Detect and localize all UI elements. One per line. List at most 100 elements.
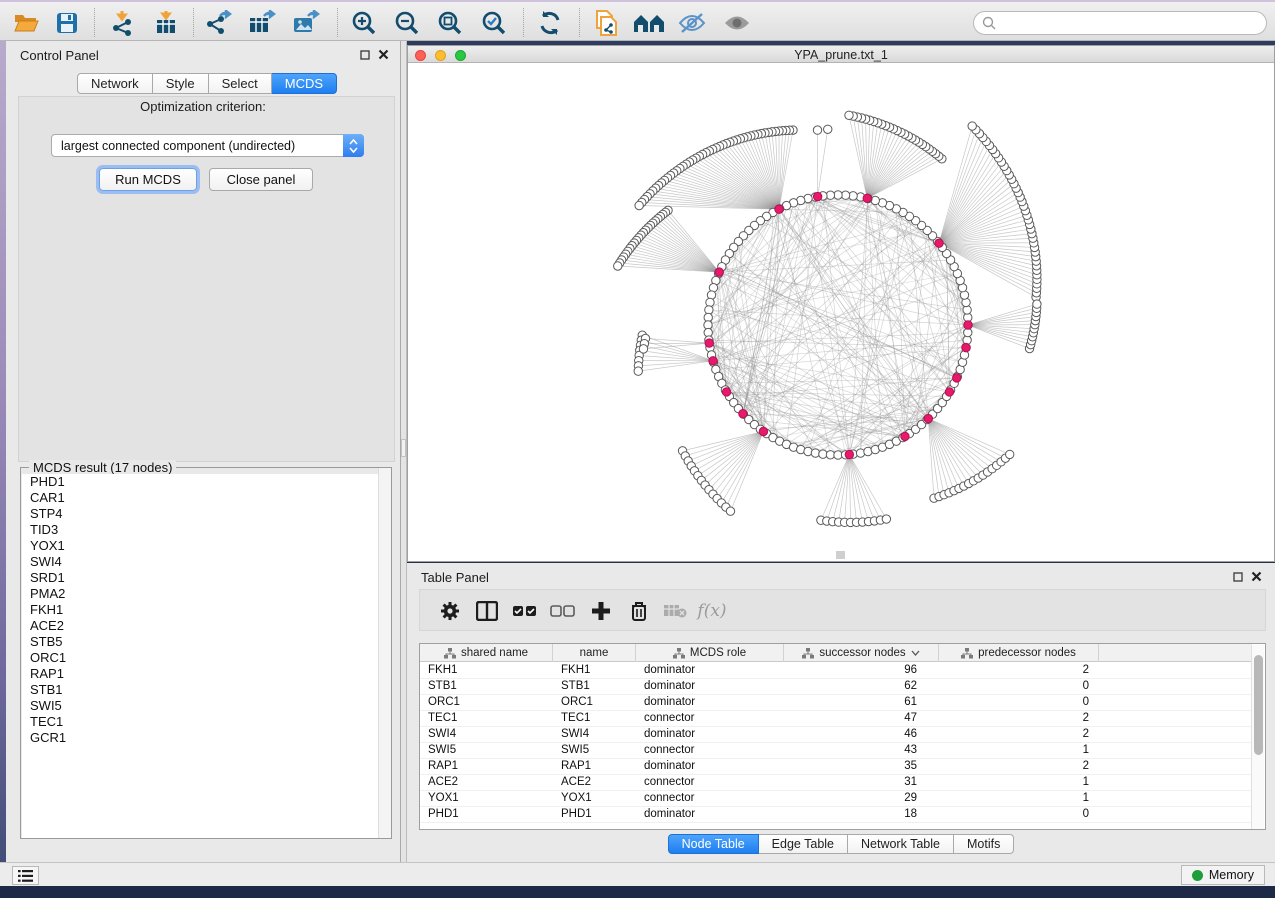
- float-panel-icon[interactable]: [1230, 569, 1245, 584]
- close-panel-icon[interactable]: [376, 47, 391, 62]
- import-network-icon[interactable]: [105, 5, 141, 40]
- graph-leaf-node[interactable]: [1006, 450, 1014, 458]
- graph-hub-node[interactable]: [924, 414, 932, 422]
- table-row[interactable]: STB1STB1dominator620: [420, 679, 1252, 695]
- column-header-name[interactable]: name: [553, 644, 636, 662]
- graph-hub-node[interactable]: [945, 388, 953, 396]
- zoom-fit-icon[interactable]: [432, 5, 468, 40]
- graph-leaf-node[interactable]: [614, 262, 622, 270]
- mcds-result-item[interactable]: SRD1: [22, 570, 391, 586]
- mcds-result-item[interactable]: GCR1: [22, 730, 391, 746]
- export-table-icon[interactable]: [244, 5, 280, 40]
- tab-network[interactable]: Network: [77, 73, 153, 94]
- network-canvas[interactable]: [408, 63, 1274, 560]
- save-session-icon[interactable]: [49, 5, 85, 40]
- table-row[interactable]: FKH1FKH1dominator962: [420, 663, 1252, 679]
- open-session-icon[interactable]: [8, 5, 44, 40]
- add-column-icon[interactable]: [585, 595, 617, 627]
- zoom-selected-icon[interactable]: [476, 5, 512, 40]
- mcds-result-item[interactable]: SWI4: [22, 554, 391, 570]
- column-header-successor-nodes[interactable]: successor nodes: [784, 644, 939, 662]
- chevron-down-icon[interactable]: [911, 650, 920, 656]
- delete-icon[interactable]: [623, 595, 655, 627]
- graph-hub-node[interactable]: [935, 239, 943, 247]
- float-panel-icon[interactable]: [357, 47, 372, 62]
- select-all-icon[interactable]: [509, 595, 541, 627]
- table-scrollbar-thumb[interactable]: [1254, 655, 1263, 755]
- graph-hub-node[interactable]: [953, 374, 961, 382]
- mcds-result-item[interactable]: TEC1: [22, 714, 391, 730]
- splitter-handle[interactable]: [401, 439, 406, 457]
- table-row[interactable]: ORC1ORC1dominator610: [420, 695, 1252, 711]
- deselect-all-icon[interactable]: [547, 595, 579, 627]
- mcds-result-item[interactable]: STP4: [22, 506, 391, 522]
- import-table-icon[interactable]: [148, 5, 184, 40]
- tab-motifs[interactable]: Motifs: [954, 834, 1014, 854]
- graph-leaf-node[interactable]: [845, 111, 853, 119]
- mcds-result-list[interactable]: PHD1CAR1STP4TID3YOX1SWI4SRD1PMA2FKH1ACE2…: [22, 474, 391, 838]
- graph-leaf-node[interactable]: [635, 201, 643, 209]
- mcds-result-item[interactable]: ACE2: [22, 618, 391, 634]
- table-row[interactable]: ACE2ACE2connector311: [420, 775, 1252, 791]
- graph-leaf-node[interactable]: [968, 122, 976, 130]
- run-mcds-button[interactable]: Run MCDS: [99, 168, 197, 191]
- column-header-mcds-role[interactable]: MCDS role: [636, 644, 784, 662]
- graph-hub-node[interactable]: [739, 409, 747, 417]
- column-header-predecessor-nodes[interactable]: predecessor nodes: [939, 644, 1099, 662]
- graph-hub-node[interactable]: [715, 268, 723, 276]
- table-scrollbar[interactable]: [1251, 645, 1264, 829]
- graph-leaf-node[interactable]: [726, 507, 734, 515]
- table-row[interactable]: YOX1YOX1connector291: [420, 791, 1252, 807]
- graph-leaf-node[interactable]: [813, 126, 821, 134]
- graph-hub-node[interactable]: [962, 343, 970, 351]
- mcds-result-item[interactable]: TID3: [22, 522, 391, 538]
- table-row[interactable]: TEC1TEC1connector472: [420, 711, 1252, 727]
- mcds-list-scrollbar[interactable]: [378, 468, 391, 838]
- first-neighbors-icon[interactable]: [631, 5, 667, 40]
- graph-leaf-node[interactable]: [1033, 300, 1041, 308]
- tab-mcds[interactable]: MCDS: [272, 73, 337, 94]
- zoom-out-icon[interactable]: [389, 5, 425, 40]
- tab-network-table[interactable]: Network Table: [848, 834, 954, 854]
- graph-hub-node[interactable]: [722, 388, 730, 396]
- mcds-result-item[interactable]: PMA2: [22, 586, 391, 602]
- export-image-icon[interactable]: [288, 5, 324, 40]
- tab-style[interactable]: Style: [153, 73, 209, 94]
- mcds-result-item[interactable]: STB1: [22, 682, 391, 698]
- mcds-result-item[interactable]: PHD1: [22, 474, 391, 490]
- table-row[interactable]: SWI5SWI5connector431: [420, 743, 1252, 759]
- column-header-shared-name[interactable]: shared name: [420, 644, 553, 662]
- export-network-icon[interactable]: [200, 5, 236, 40]
- graph-hub-node[interactable]: [759, 427, 767, 435]
- task-history-button[interactable]: [12, 866, 39, 885]
- mcds-result-item[interactable]: CAR1: [22, 490, 391, 506]
- tab-select[interactable]: Select: [209, 73, 272, 94]
- graph-hub-node[interactable]: [901, 432, 909, 440]
- canvas-scrollbar-grip[interactable]: [836, 551, 845, 559]
- show-all-icon[interactable]: [719, 5, 755, 40]
- graph-leaf-node[interactable]: [882, 515, 890, 523]
- mcds-result-item[interactable]: SWI5: [22, 698, 391, 714]
- tab-node-table[interactable]: Node Table: [668, 834, 759, 854]
- graph-leaf-node[interactable]: [639, 345, 647, 353]
- graph-hub-node[interactable]: [775, 205, 783, 213]
- close-panel-button[interactable]: Close panel: [209, 168, 313, 191]
- refresh-icon[interactable]: [532, 5, 568, 40]
- zoom-in-icon[interactable]: [346, 5, 382, 40]
- tab-edge-table[interactable]: Edge Table: [759, 834, 848, 854]
- memory-button[interactable]: Memory: [1181, 865, 1265, 885]
- graph-hub-node[interactable]: [845, 450, 853, 458]
- mcds-result-item[interactable]: FKH1: [22, 602, 391, 618]
- mcds-result-item[interactable]: RAP1: [22, 666, 391, 682]
- table-row[interactable]: RAP1RAP1dominator352: [420, 759, 1252, 775]
- graph-leaf-node[interactable]: [634, 367, 642, 375]
- optimization-criterion-select[interactable]: largest connected component (undirected): [51, 134, 364, 157]
- graph-hub-node[interactable]: [705, 339, 713, 347]
- duplicate-network-icon[interactable]: [588, 5, 624, 40]
- graph-hub-node[interactable]: [863, 194, 871, 202]
- gear-icon[interactable]: [434, 595, 466, 627]
- column-view-icon[interactable]: [471, 595, 503, 627]
- table-row[interactable]: SWI4SWI4dominator462: [420, 727, 1252, 743]
- hide-selected-icon[interactable]: [674, 5, 710, 40]
- network-window-titlebar[interactable]: YPA_prune.txt_1: [408, 46, 1274, 63]
